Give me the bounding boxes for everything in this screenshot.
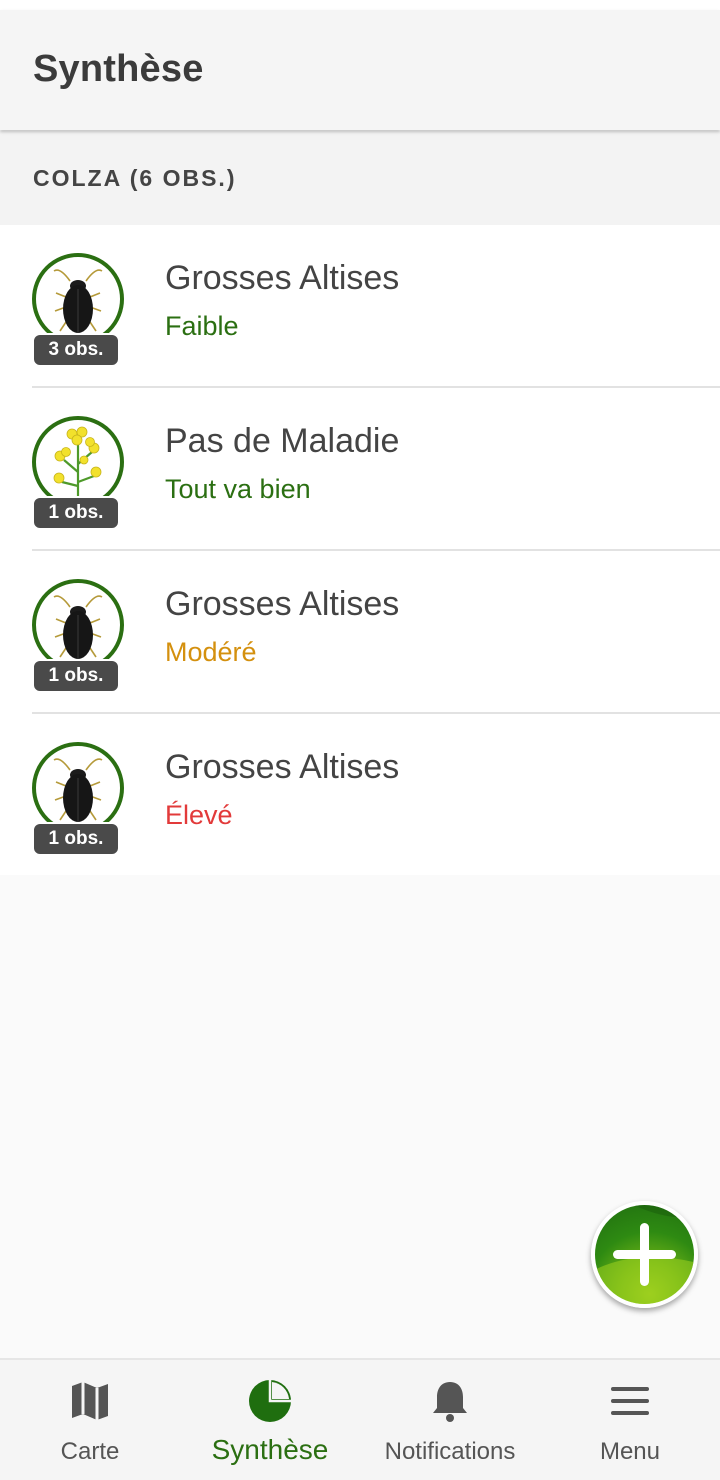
nav-label-notifications: Notifications bbox=[384, 1438, 516, 1465]
pest-name: Grosses Altises bbox=[165, 748, 400, 786]
plus-icon bbox=[595, 1205, 694, 1304]
list-item[interactable]: 3 obs. Grosses Altises Faible bbox=[0, 225, 720, 388]
app-header: Synthèse bbox=[0, 10, 720, 130]
beetle-icon bbox=[32, 579, 124, 671]
nav-label-synthese: Synthèse bbox=[211, 1434, 329, 1465]
rapeseed-flower-icon bbox=[32, 416, 124, 508]
pest-name: Pas de Maladie bbox=[165, 422, 400, 460]
list-item[interactable]: 1 obs. Pas de Maladie Tout va bien bbox=[0, 388, 720, 551]
add-observation-button[interactable] bbox=[591, 1201, 698, 1308]
observation-list: 3 obs. Grosses Altises Faible 1 obs. Pas… bbox=[0, 225, 720, 875]
observation-count-badge: 3 obs. bbox=[32, 333, 120, 367]
beetle-icon bbox=[32, 253, 124, 345]
risk-level: Modéré bbox=[165, 637, 257, 667]
observation-count-badge: 1 obs. bbox=[32, 659, 120, 693]
risk-level: Élevé bbox=[165, 800, 233, 830]
crop-section-label: COLZA (6 OBS.) bbox=[33, 165, 237, 191]
nav-label-carte: Carte bbox=[60, 1438, 120, 1465]
risk-level: Faible bbox=[165, 311, 239, 341]
crop-section-header: COLZA (6 OBS.) bbox=[0, 131, 720, 225]
map-icon bbox=[72, 1382, 108, 1420]
page-title: Synthèse bbox=[33, 48, 204, 90]
bottom-navigation: Carte Synthèse Notifications Menu bbox=[0, 1358, 720, 1480]
list-item[interactable]: 1 obs. Grosses Altises Élevé bbox=[0, 714, 720, 877]
risk-level: Tout va bien bbox=[165, 474, 311, 504]
nav-item-synthese[interactable]: Synthèse bbox=[180, 1360, 360, 1480]
hamburger-menu-icon bbox=[611, 1387, 649, 1415]
pie-chart-icon bbox=[249, 1380, 291, 1422]
pest-name: Grosses Altises bbox=[165, 259, 400, 297]
observation-count-badge: 1 obs. bbox=[32, 822, 120, 856]
pest-name: Grosses Altises bbox=[165, 585, 400, 623]
beetle-icon bbox=[32, 742, 124, 834]
status-bar-area bbox=[0, 0, 720, 10]
nav-item-carte[interactable]: Carte bbox=[0, 1360, 180, 1480]
nav-label-menu: Menu bbox=[599, 1438, 661, 1465]
nav-item-menu[interactable]: Menu bbox=[540, 1360, 720, 1480]
bell-icon bbox=[433, 1382, 467, 1422]
nav-item-notifications[interactable]: Notifications bbox=[360, 1360, 540, 1480]
observation-count-badge: 1 obs. bbox=[32, 496, 120, 530]
list-item[interactable]: 1 obs. Grosses Altises Modéré bbox=[0, 551, 720, 714]
